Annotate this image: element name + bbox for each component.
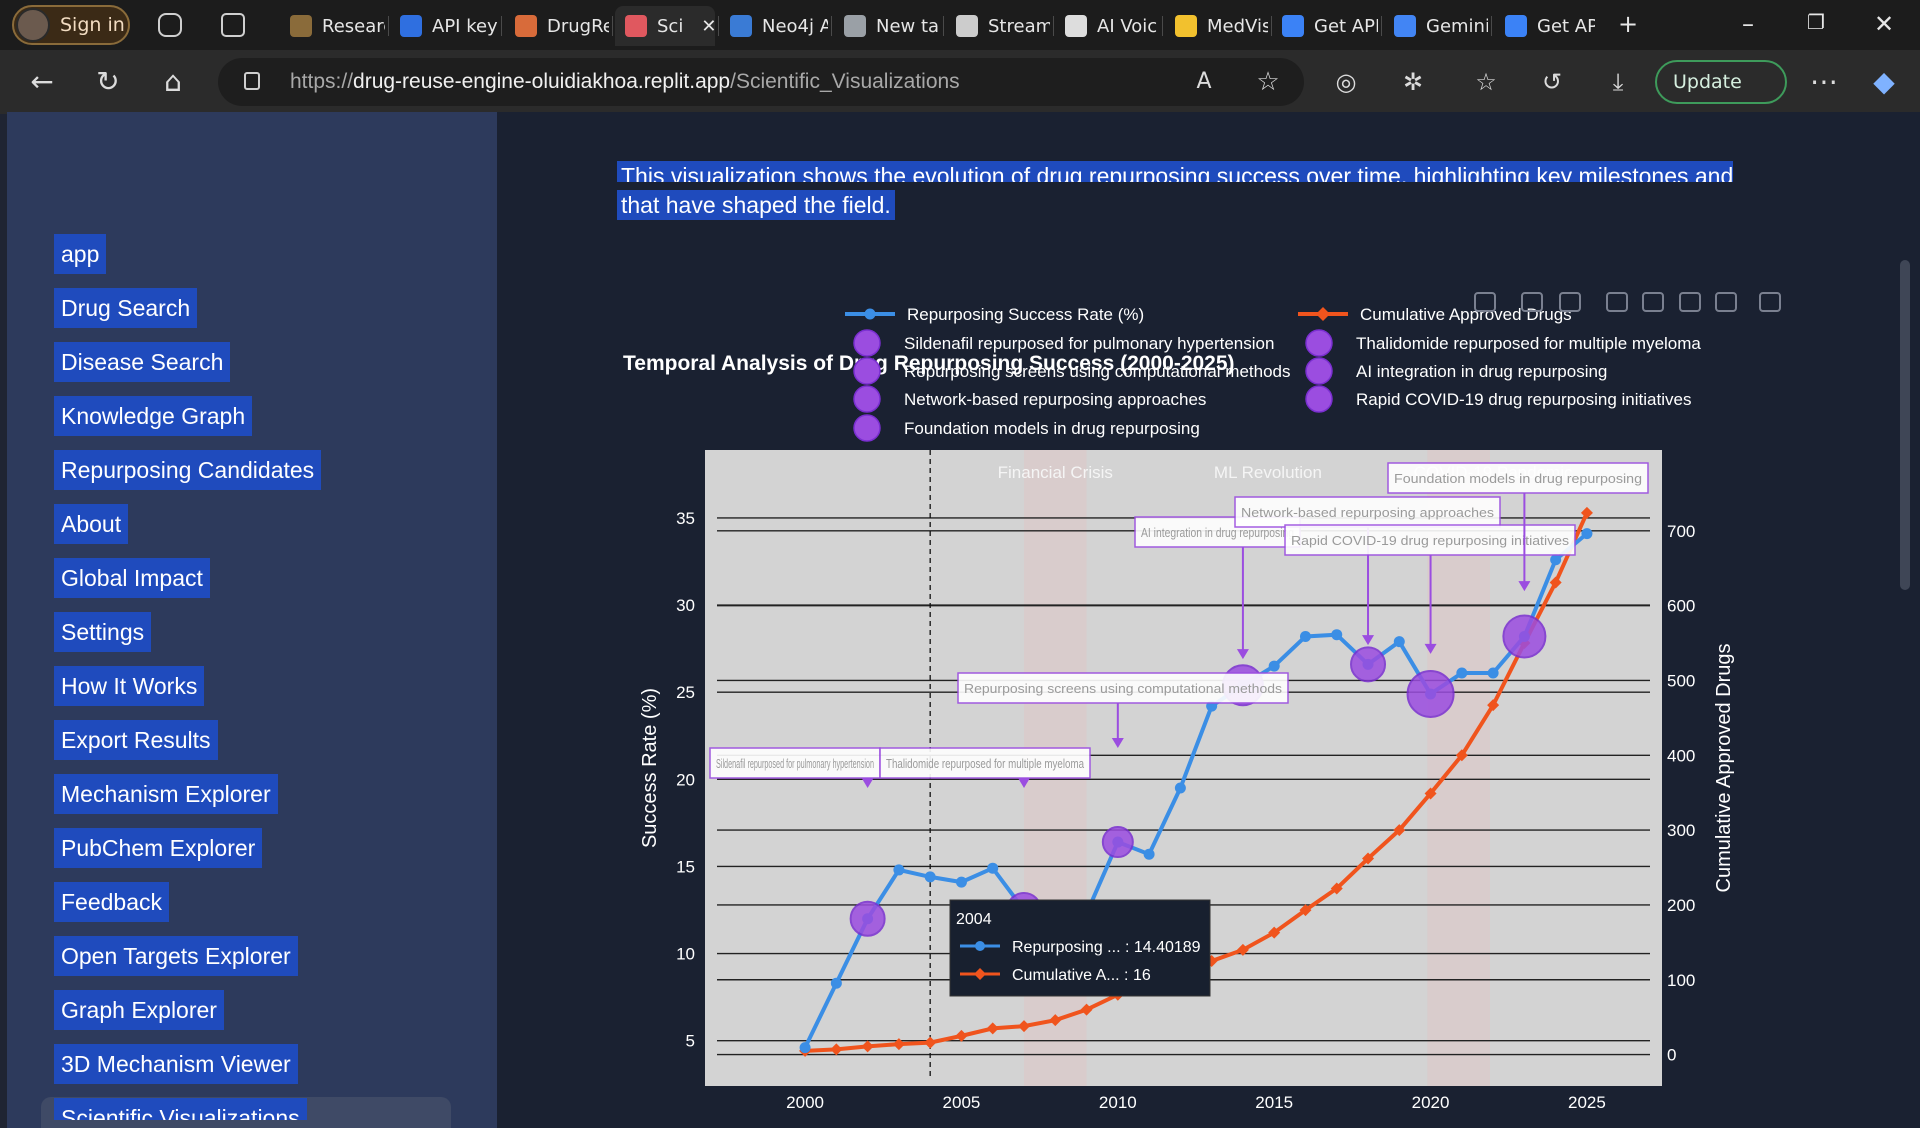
y-tick-label: 15 — [676, 857, 695, 876]
data-point-success-rate[interactable] — [893, 864, 905, 876]
y-tick-label: 25 — [676, 683, 695, 702]
hover-tooltip-swatch-marker — [975, 941, 985, 951]
x-tick-label: 2000 — [786, 1093, 824, 1112]
legend-label: Thalidomide repurposed for multiple myel… — [1356, 334, 1701, 353]
event-label: Financial Crisis — [998, 463, 1113, 482]
autoscale-icon[interactable] — [1679, 292, 1701, 312]
data-point-success-rate[interactable] — [1268, 660, 1280, 672]
data-point-success-rate[interactable] — [830, 977, 842, 989]
legend-swatch-milestone — [853, 357, 881, 385]
data-point-success-rate[interactable] — [1456, 667, 1468, 679]
milestone-annotation-text: Repurposing screens using computational … — [964, 681, 1283, 696]
y-tick-label: 20 — [676, 770, 695, 789]
legend-label: Foundation models in drug repurposing — [904, 419, 1200, 438]
x-tick-label: 2015 — [1255, 1093, 1293, 1112]
legend-swatch-marker — [1316, 307, 1330, 321]
y2-tick-label: 600 — [1667, 597, 1695, 616]
y-tick-label: 30 — [676, 596, 695, 615]
milestone-marker[interactable] — [1350, 646, 1387, 683]
data-point-success-rate[interactable] — [955, 876, 967, 888]
legend-label: Sildenafil repurposed for pulmonary hype… — [904, 334, 1274, 353]
milestone-annotation-text: Thalidomide repurposed for multiple myel… — [886, 756, 1085, 771]
data-point-success-rate[interactable] — [987, 862, 999, 874]
data-point-success-rate[interactable] — [1393, 636, 1405, 648]
y2-tick-label: 700 — [1667, 522, 1695, 541]
data-point-success-rate[interactable] — [1487, 667, 1499, 679]
data-point-success-rate[interactable] — [799, 1042, 811, 1054]
data-point-success-rate[interactable] — [1174, 782, 1186, 794]
milestone-marker[interactable] — [849, 900, 886, 937]
legend-swatch-milestone — [1305, 357, 1333, 385]
milestone-marker[interactable] — [1101, 826, 1134, 859]
zoom-in-icon[interactable] — [1606, 292, 1628, 312]
data-point-success-rate[interactable] — [1331, 629, 1343, 641]
legend-swatch-milestone — [1305, 329, 1333, 357]
milestone-annotation-text: Sildenafil repurposed for pulmonary hype… — [716, 756, 874, 771]
milestone-marker[interactable] — [1502, 614, 1547, 659]
y2-tick-label: 0 — [1667, 1046, 1676, 1065]
zoom-out-icon[interactable] — [1642, 292, 1664, 312]
legend-label: Repurposing screens using computational … — [904, 362, 1291, 381]
legend-swatch-milestone — [853, 385, 881, 413]
x-tick-label: 2010 — [1099, 1093, 1137, 1112]
legend-label: Rapid COVID-19 drug repurposing initiati… — [1356, 390, 1691, 409]
data-point-success-rate[interactable] — [1550, 554, 1562, 566]
hover-tooltip-line: Repurposing ... : 14.40189 — [1012, 939, 1201, 956]
legend-label: AI integration in drug repurposing — [1356, 362, 1607, 381]
legend-swatch-milestone — [1305, 385, 1333, 413]
chart-area: 510152025303501002003004005006007002000 2… — [623, 292, 1781, 1112]
fullscreen-icon[interactable] — [1759, 292, 1781, 312]
y2-tick-label: 200 — [1667, 896, 1695, 915]
hover-tooltip-year: 2004 — [956, 911, 992, 928]
y2-tick-label: 300 — [1667, 821, 1695, 840]
x-tick-label: 2025 — [1568, 1093, 1606, 1112]
y2-tick-label: 400 — [1667, 746, 1695, 765]
y-tick-label: 35 — [676, 509, 695, 528]
y2-axis-title: Cumulative Approved Drugs — [1713, 643, 1735, 892]
milestone-annotation-text: Rapid COVID-19 drug repurposing initiati… — [1291, 533, 1570, 548]
legend-swatch-milestone — [853, 329, 881, 357]
y-tick-label: 5 — [686, 1032, 695, 1051]
legend-label: Repurposing Success Rate (%) — [907, 305, 1144, 324]
event-label: ML Revolution — [1214, 463, 1322, 482]
data-point-success-rate[interactable] — [1299, 630, 1311, 642]
legend-label: Network-based repurposing approaches — [904, 390, 1206, 409]
reset-axes-icon[interactable] — [1715, 292, 1737, 312]
legend-label: Cumulative Approved Drugs — [1360, 305, 1572, 324]
legend-swatch-marker — [864, 308, 876, 320]
y2-tick-label: 500 — [1667, 671, 1695, 690]
data-point-success-rate[interactable] — [1143, 848, 1155, 860]
x-tick-label: 2020 — [1412, 1093, 1450, 1112]
milestone-annotation-text: Foundation models in drug repurposing — [1394, 471, 1642, 486]
y2-tick-label: 100 — [1667, 971, 1695, 990]
y-tick-label: 10 — [676, 945, 695, 964]
y-axis-title: Success Rate (%) — [639, 688, 661, 848]
milestone-annotation-text: Network-based repurposing approaches — [1241, 505, 1495, 520]
data-point-success-rate[interactable] — [924, 871, 936, 883]
x-tick-label: 2005 — [943, 1093, 981, 1112]
hover-tooltip-line: Cumulative A... : 16 — [1012, 967, 1151, 984]
data-point-success-rate[interactable] — [1581, 528, 1593, 540]
milestone-marker[interactable] — [1406, 669, 1455, 718]
legend-swatch-milestone — [853, 414, 881, 442]
